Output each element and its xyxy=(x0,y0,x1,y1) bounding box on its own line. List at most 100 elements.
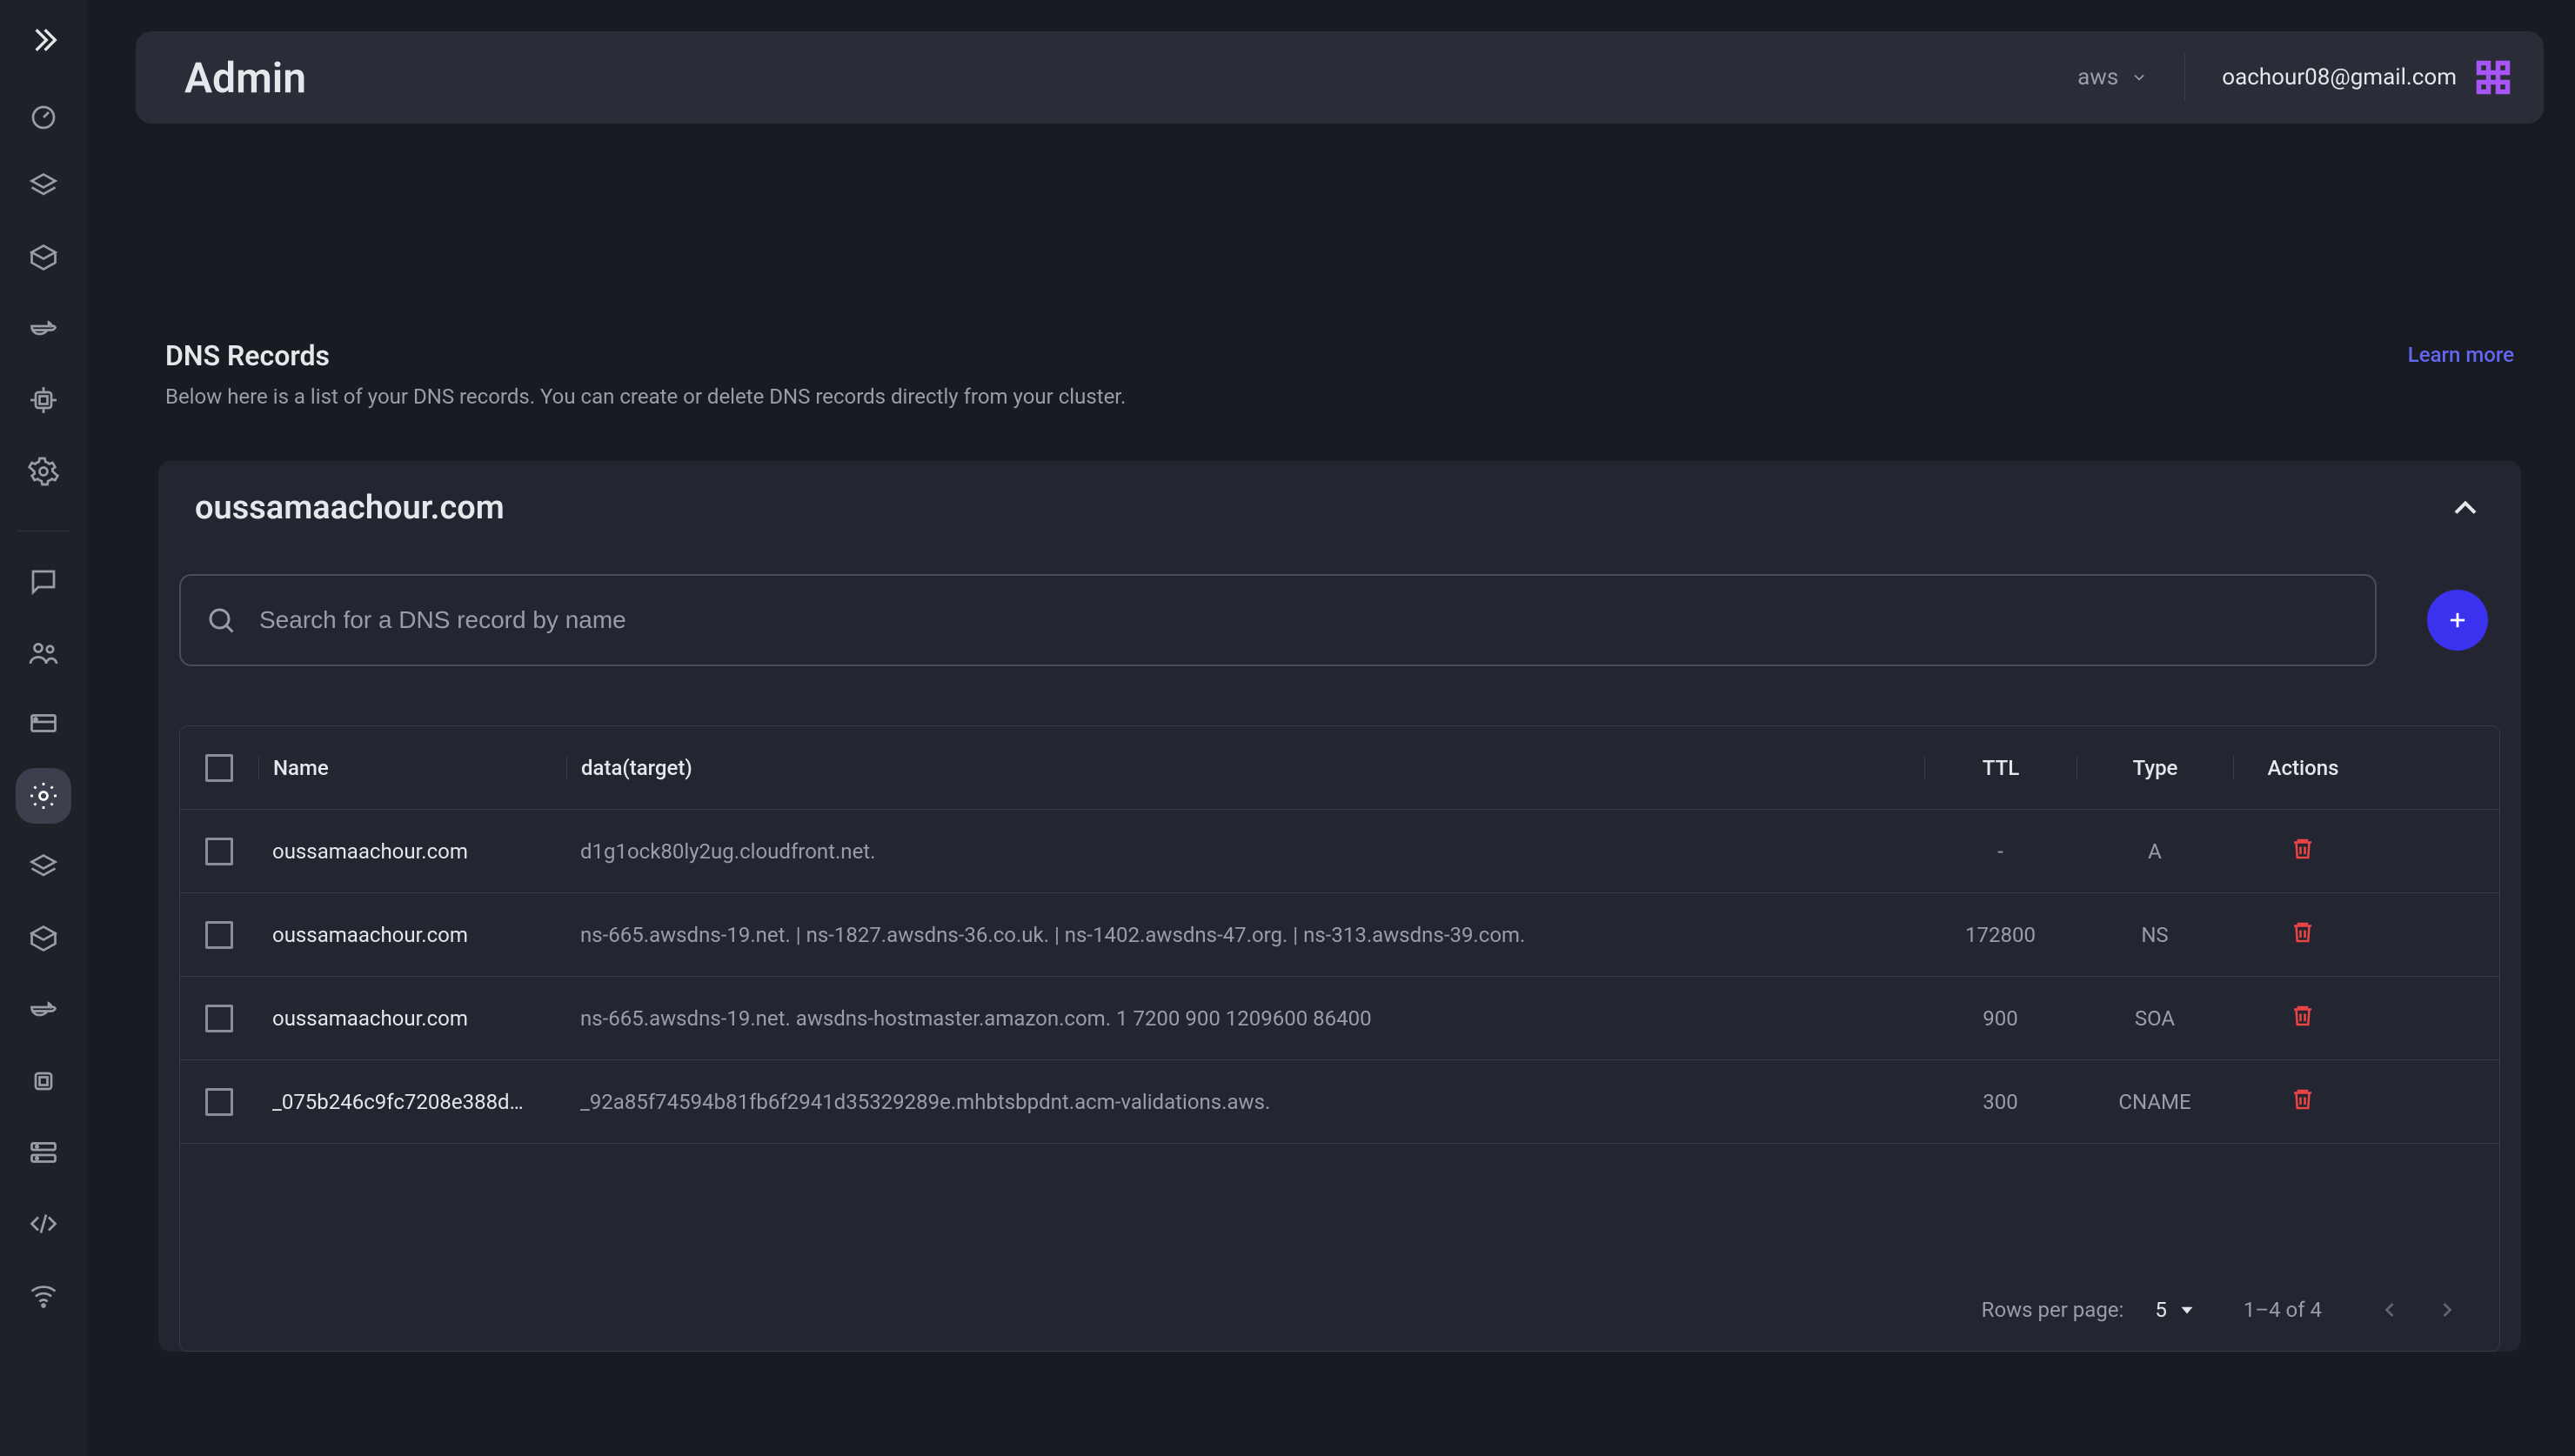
layers-icon xyxy=(28,170,59,202)
brand-icon xyxy=(2474,58,2512,97)
page-prev-button[interactable] xyxy=(2369,1289,2411,1331)
delete-button[interactable] xyxy=(2290,1003,2316,1034)
code-icon xyxy=(28,1208,59,1239)
cell-ttl: - xyxy=(1924,839,2077,864)
pagination-range: 1–4 of 4 xyxy=(2244,1298,2322,1322)
caret-down-icon xyxy=(2177,1300,2197,1319)
whale-icon xyxy=(28,313,59,344)
row-checkbox[interactable] xyxy=(205,1005,233,1032)
rows-per-page-label: Rows per page: xyxy=(1982,1298,2124,1322)
col-data: data(target) xyxy=(566,756,1924,780)
trash-icon xyxy=(2290,1003,2316,1029)
nav-docker2[interactable] xyxy=(16,982,71,1038)
chevrons-right-icon xyxy=(26,23,61,57)
sidebar-toggle[interactable] xyxy=(0,9,87,71)
nav-people[interactable] xyxy=(16,625,71,681)
cell-data: ns-665.awsdns-19.net. | ns-1827.awsdns-3… xyxy=(566,893,1924,977)
search-icon xyxy=(205,604,237,636)
cell-ttl: 300 xyxy=(1924,1090,2077,1114)
col-actions: Actions xyxy=(2233,756,2372,780)
cell-data: _92a85f74594b81fb6f2941d35329289e.mhbtsb… xyxy=(566,1060,1924,1144)
dashboard-icon xyxy=(28,99,59,130)
delete-button[interactable] xyxy=(2290,1086,2316,1118)
table-empty-space xyxy=(180,1144,2499,1269)
nav-workspace[interactable] xyxy=(16,697,71,752)
env-selector[interactable]: aws xyxy=(2077,64,2148,90)
layers-icon xyxy=(28,852,59,883)
workspace-icon xyxy=(28,709,59,740)
nav-code[interactable] xyxy=(16,1196,71,1252)
header: Admin aws oachour08@gmail.com xyxy=(136,31,2544,124)
col-type: Type xyxy=(2077,756,2233,780)
cell-type: CNAME xyxy=(2077,1090,2233,1114)
trash-icon xyxy=(2290,1086,2316,1112)
people-icon xyxy=(28,638,59,669)
cell-name: oussamaachour.com xyxy=(258,810,566,893)
panel-title: DNS Records xyxy=(165,339,2408,372)
nav-layers2[interactable] xyxy=(16,839,71,895)
panel-subtitle: Below here is a list of your DNS records… xyxy=(165,384,2408,409)
nav-memory[interactable] xyxy=(16,372,71,428)
select-all-checkbox[interactable] xyxy=(205,754,233,782)
chat-icon xyxy=(28,566,59,598)
nav-box[interactable] xyxy=(16,230,71,285)
table-row: oussamaachour.com ns-665.awsdns-19.net. … xyxy=(180,977,2499,1060)
caret-down-icon xyxy=(2130,69,2148,86)
delete-button[interactable] xyxy=(2290,919,2316,951)
nav-storage[interactable] xyxy=(16,1125,71,1180)
box-icon xyxy=(28,242,59,273)
cell-type: SOA xyxy=(2077,1006,2233,1031)
storage-icon xyxy=(28,1137,59,1168)
nav-dashboard[interactable] xyxy=(16,87,71,143)
whale-icon xyxy=(28,994,59,1025)
user-email: oachour08@gmail.com xyxy=(2222,64,2457,90)
nav-wifi[interactable] xyxy=(16,1267,71,1323)
row-checkbox[interactable] xyxy=(205,838,233,865)
nav-layers[interactable] xyxy=(16,158,71,214)
chevron-right-icon xyxy=(2435,1298,2459,1322)
chip-icon xyxy=(28,1065,59,1097)
gear-icon xyxy=(28,456,59,487)
nav-settings[interactable] xyxy=(16,444,71,499)
col-ttl: TTL xyxy=(1924,756,2077,780)
nav-feedback[interactable] xyxy=(16,554,71,610)
nav-dns[interactable] xyxy=(16,768,71,824)
nav-box2[interactable] xyxy=(16,911,71,966)
search-input[interactable] xyxy=(258,605,2351,635)
row-checkbox[interactable] xyxy=(205,921,233,949)
accordion-header[interactable]: oussamaachour.com xyxy=(158,461,2521,555)
delete-button[interactable] xyxy=(2290,836,2316,867)
table-row: oussamaachour.com d1g1ock80ly2ug.cloudfr… xyxy=(180,810,2499,893)
learn-more-link[interactable]: Learn more xyxy=(2408,343,2514,367)
add-record-button[interactable] xyxy=(2427,590,2488,651)
table-footer: Rows per page: 5 1–4 of 4 xyxy=(180,1269,2499,1351)
nav-docker[interactable] xyxy=(16,301,71,357)
cell-type: A xyxy=(2077,839,2233,864)
cell-ttl: 900 xyxy=(1924,1006,2077,1031)
table-row: _075b246c9fc7208e388d… _92a85f74594b81fb… xyxy=(180,1060,2499,1144)
cell-name: oussamaachour.com xyxy=(258,977,566,1060)
plus-icon xyxy=(2445,608,2470,632)
cell-data: ns-665.awsdns-19.net. awsdns-hostmaster.… xyxy=(566,977,1924,1060)
page-title: Admin xyxy=(184,53,2077,103)
search-container xyxy=(179,574,2377,666)
cell-type: NS xyxy=(2077,923,2233,947)
accordion-domain: oussamaachour.com xyxy=(195,489,2446,527)
chevron-up-icon xyxy=(2446,489,2485,527)
table-row: oussamaachour.com ns-665.awsdns-19.net. … xyxy=(180,893,2499,977)
cell-ttl: 172800 xyxy=(1924,923,2077,947)
rows-per-page-select[interactable]: 5 xyxy=(2155,1298,2197,1322)
wifi-icon xyxy=(28,1279,59,1311)
trash-icon xyxy=(2290,919,2316,945)
trash-icon xyxy=(2290,836,2316,862)
chip-icon xyxy=(28,384,59,416)
row-checkbox[interactable] xyxy=(205,1088,233,1116)
cell-name: oussamaachour.com xyxy=(258,893,566,977)
cell-data: d1g1ock80ly2ug.cloudfront.net. xyxy=(566,810,1924,893)
col-name: Name xyxy=(258,756,566,780)
page-next-button[interactable] xyxy=(2426,1289,2468,1331)
cell-name: _075b246c9fc7208e388d… xyxy=(258,1060,566,1144)
header-sep xyxy=(2184,53,2185,102)
chevron-left-icon xyxy=(2378,1298,2402,1322)
nav-memory2[interactable] xyxy=(16,1053,71,1109)
